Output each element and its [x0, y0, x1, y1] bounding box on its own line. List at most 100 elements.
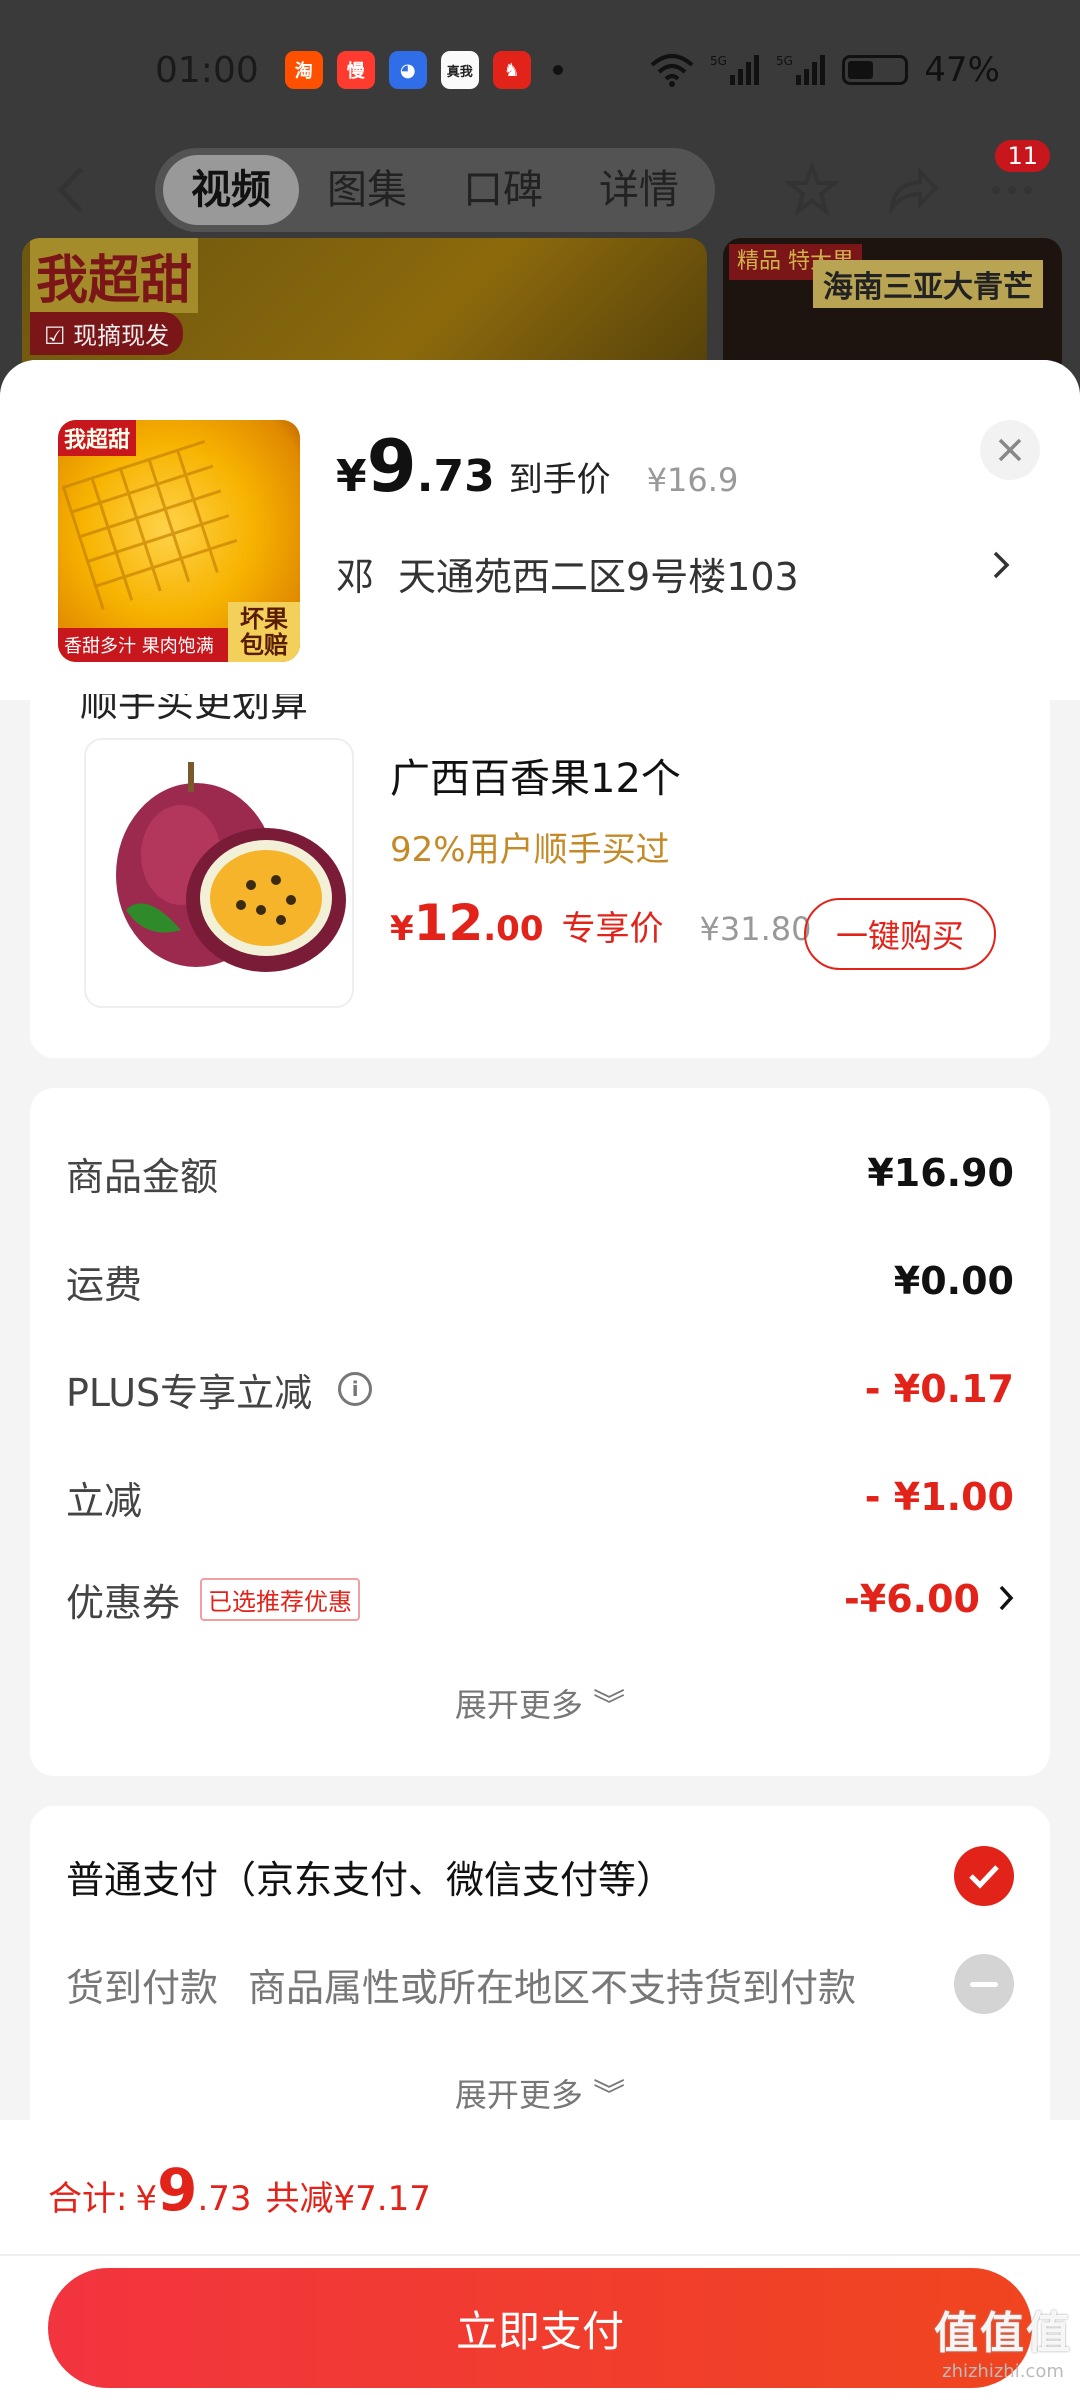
- tab-2[interactable]: 口碑: [435, 155, 571, 225]
- chevron-right-icon[interactable]: [992, 544, 1010, 590]
- back-button[interactable]: [40, 160, 100, 220]
- total-integer: 9: [157, 2156, 198, 2224]
- cost-summary-card: 商品金额 ¥16.90 运费 ¥0.00 PLUS专享立减 i - ¥0.17 …: [30, 1088, 1050, 1776]
- recommend-title: 广西百香果12个: [390, 756, 681, 802]
- final-price: ¥ 9 .73 到手价 ¥16.9: [336, 430, 738, 502]
- recommend-price-label: 专享价: [561, 909, 664, 949]
- cost-label: 优惠券 已选推荐优惠: [66, 1572, 361, 1627]
- cod-note: 商品属性或所在地区不支持货到付款: [248, 1965, 857, 2010]
- tab-1[interactable]: 图集: [299, 155, 435, 225]
- chevron-left-icon: [57, 167, 83, 213]
- gallery-image-title: 我超甜: [30, 238, 199, 313]
- price-label: 到手价: [508, 460, 611, 500]
- cost-value: - ¥1.00: [864, 1475, 1014, 1519]
- expand-more-costs[interactable]: 展开更多 ︾: [30, 1680, 1050, 1726]
- chevron-right-icon[interactable]: [998, 1577, 1014, 1621]
- more-notifications-dot: [552, 65, 563, 75]
- one-click-buy-button[interactable]: 一键购买: [804, 898, 996, 970]
- price-decimal: .73: [416, 451, 495, 502]
- gallery-image-mango: 我超甜 ☑ 现摘现发: [22, 238, 707, 378]
- cost-label-text: PLUS专享立减: [66, 1370, 313, 1415]
- watermark-main: 值值值: [934, 2308, 1072, 2359]
- cost-label: 运费: [66, 1262, 143, 1307]
- tab-3[interactable]: 详情: [571, 155, 707, 225]
- info-icon[interactable]: i: [338, 1372, 373, 1406]
- recommend-section-title: 顺手买更划算: [80, 694, 309, 725]
- thumb-tag-bottom: 香甜多汁 果肉饱满: [58, 628, 228, 662]
- cost-row-instant-discount: 立减 - ¥1.00: [66, 1462, 1014, 1532]
- checkout-header: 我超甜 香甜多汁 果肉饱满 坏果包赔 ¥ 9 .73 到手价 ¥16.9 邓 天…: [0, 360, 1080, 700]
- notification-app-icons: 淘慢 ◕ 真我 ♞: [284, 51, 531, 89]
- coupon-badge: 已选推荐优惠: [200, 1577, 361, 1621]
- share-icon[interactable]: [884, 162, 940, 218]
- close-icon: [998, 438, 1022, 462]
- recommend-price-decimal: .00: [483, 909, 544, 949]
- payment-option-normal[interactable]: 普通支付（京东支付、微信支付等）: [66, 1836, 1014, 1916]
- thumb-tag-top: 我超甜: [58, 420, 137, 456]
- payment-method-card: 普通支付（京东支付、微信支付等） 货到付款 商品属性或所在地区不支持货到付款 展…: [30, 1806, 1050, 2166]
- gallery-image-title-2: 海南三亚大青芒: [813, 260, 1043, 308]
- cost-row-coupon[interactable]: 优惠券 已选推荐优惠 -¥6.00: [66, 1564, 1014, 1634]
- price-symbol: ¥: [336, 451, 367, 502]
- cost-row-shipping: 运费 ¥0.00: [66, 1246, 1014, 1316]
- jd-app-icon: ♞: [492, 51, 531, 89]
- recommend-price-symbol: ¥: [390, 909, 414, 949]
- divider: [0, 2254, 1080, 2256]
- delivery-address[interactable]: 邓 天通苑西二区9号楼103: [336, 546, 799, 601]
- checkout-bottom-bar: 合计: ¥ 9 .73 共减¥7.17 立即支付 值值值 zhizhizhi.c…: [0, 2120, 1080, 2400]
- recommend-original-price: ¥31.80: [699, 910, 812, 948]
- recommend-price-integer: 12: [413, 894, 484, 952]
- expand-more-payments[interactable]: 展开更多 ︾: [30, 2070, 1050, 2116]
- passion-fruit-image[interactable]: [84, 738, 354, 1008]
- watermark-sub: zhizhizhi.com: [942, 2361, 1064, 2382]
- recommend-subtitle: 92%用户顺手买过: [390, 830, 670, 870]
- status-bar: 01:00 淘慢 ◕ 真我 ♞ 5G 5G 47%: [0, 0, 1080, 140]
- total-symbol: ¥: [135, 2179, 158, 2219]
- wifi-icon: [651, 54, 694, 87]
- realme-app-icon: 真我: [440, 51, 479, 89]
- background-gallery: 我超甜 ☑ 现摘现发 精品 特大果 海南三亚大青芒: [22, 238, 1062, 378]
- gallery-image-green-mango: 精品 特大果 海南三亚大青芒: [723, 238, 1062, 378]
- cost-value: -¥6.00: [844, 1577, 980, 1621]
- baidu-app-icon: ◕: [388, 51, 427, 89]
- total-decimal: .73: [197, 2179, 252, 2219]
- cost-label: PLUS专享立减 i: [66, 1362, 373, 1417]
- cost-label: 商品金额: [66, 1154, 219, 1199]
- tab-0[interactable]: 视频: [163, 155, 299, 225]
- status-time: 01:00: [155, 49, 259, 91]
- signal-5g-icon-2: 5G: [776, 54, 826, 85]
- svg-text:5G: 5G: [710, 54, 727, 68]
- watermark: 值值值 zhizhizhi.com: [934, 2297, 1072, 2382]
- battery-icon: [842, 55, 909, 85]
- recommend-price: ¥ 12 .00 专享价 ¥31.80: [390, 894, 811, 952]
- total-saved: 共减¥7.17: [265, 2179, 431, 2219]
- checkout-sheet: 我超甜 香甜多汁 果肉饱满 坏果包赔 ¥ 9 .73 到手价 ¥16.9 邓 天…: [0, 360, 1080, 2400]
- media-tabs: 视频 图集 口碑 详情: [155, 148, 715, 232]
- cost-row-goods: 商品金额 ¥16.90: [66, 1138, 1014, 1208]
- background-product-page: 01:00 淘慢 ◕ 真我 ♞ 5G 5G 47% 视频 图集 口碑 详情 11 我超甜 ☑…: [0, 0, 1080, 400]
- cost-row-plus-discount: PLUS专享立减 i - ¥0.17: [66, 1354, 1014, 1424]
- close-button[interactable]: [980, 420, 1040, 480]
- recipient-name: 邓: [336, 555, 375, 599]
- cod-label: 货到付款: [66, 1965, 219, 2010]
- original-price: ¥16.9: [646, 461, 739, 499]
- cost-value: - ¥0.17: [864, 1367, 1014, 1411]
- disabled-icon: [954, 1954, 1014, 2014]
- payment-option-cod: 货到付款 商品属性或所在地区不支持货到付款: [66, 1944, 1014, 2024]
- cost-value: ¥0.00: [893, 1259, 1014, 1303]
- man-app-icon: 慢: [336, 51, 375, 89]
- gallery-image-tag: ☑ 现摘现发: [30, 312, 184, 355]
- signal-5g-icon: 5G: [710, 54, 760, 85]
- address-detail: 天通苑西二区9号楼103: [398, 555, 799, 599]
- cost-label-text: 优惠券: [66, 1580, 181, 1625]
- product-nav-bar: 视频 图集 口碑 详情 11: [0, 140, 1080, 240]
- status-right: 5G 5G 47%: [650, 50, 1000, 90]
- check-icon[interactable]: [954, 1846, 1014, 1906]
- nav-actions: 11: [784, 140, 1050, 218]
- pay-now-button[interactable]: 立即支付: [48, 2268, 1032, 2388]
- message-badge: 11: [995, 140, 1050, 172]
- total-label: 合计:: [48, 2179, 128, 2219]
- cost-label: 立减: [66, 1478, 143, 1523]
- star-icon[interactable]: [784, 162, 840, 218]
- svg-text:5G: 5G: [776, 54, 793, 68]
